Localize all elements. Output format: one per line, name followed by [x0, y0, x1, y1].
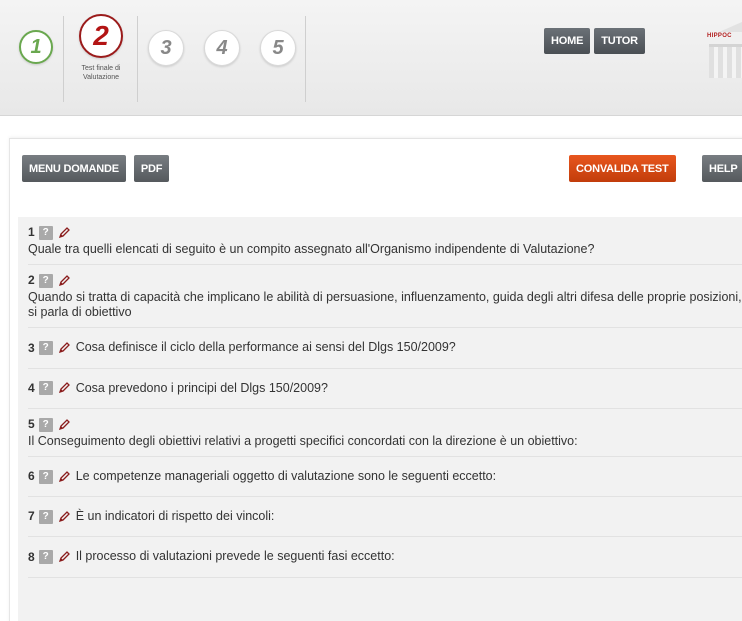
main-panel: MENU DOMANDE PDF CONVALIDA TEST HELP 1? Q… — [9, 138, 742, 621]
step-2-circle[interactable]: 2 — [79, 14, 123, 58]
pencil-icon[interactable] — [57, 470, 71, 484]
logo-text: HIPPOC — [707, 33, 732, 39]
question-number: 3 — [28, 340, 35, 355]
logo: HIPPOC — [705, 20, 742, 80]
question-meta: 5? — [28, 417, 71, 432]
question-number: 6 — [28, 469, 35, 484]
question-meta: 8? — [28, 550, 71, 565]
help-button[interactable]: HELP — [702, 155, 742, 182]
question-number: 8 — [28, 549, 35, 564]
question-item[interactable]: 5? Il Conseguimento degli obiettivi relat… — [28, 409, 742, 458]
pencil-icon[interactable] — [57, 510, 71, 524]
question-number: 1 — [28, 225, 35, 240]
question-meta: 4? — [28, 381, 71, 396]
question-number: 2 — [28, 273, 35, 288]
question-text[interactable]: Quando si tratta di capacità che implica… — [28, 290, 742, 320]
question-number: 7 — [28, 509, 35, 524]
progress-steps: 1 2 Test finale di Valutazione 3 4 5 — [8, 10, 306, 102]
question-text[interactable]: Il Conseguimento degli obiettivi relativ… — [28, 434, 742, 449]
step-3[interactable]: 3 — [138, 10, 194, 102]
question-number: 4 — [28, 380, 35, 395]
question-text[interactable]: Il processo di valutazioni prevede le se… — [76, 549, 395, 563]
question-text[interactable]: Le competenze manageriali oggetto di val… — [76, 469, 496, 483]
question-item[interactable]: 1? Quale tra quelli elencati di seguito è… — [28, 217, 742, 266]
pencil-icon[interactable] — [57, 418, 71, 432]
question-text[interactable]: Quale tra quelli elencati di seguito è u… — [28, 242, 742, 257]
logo-pillars — [709, 44, 742, 78]
step-5-circle[interactable]: 5 — [260, 30, 296, 66]
step-1-circle[interactable]: 1 — [19, 30, 53, 64]
step-divider — [305, 16, 306, 102]
step-4-circle[interactable]: 4 — [204, 30, 240, 66]
pencil-icon[interactable] — [57, 274, 71, 288]
question-help-icon[interactable]: ? — [38, 417, 53, 432]
logo-roof — [719, 22, 742, 32]
question-text[interactable]: È un indicatori di rispetto dei vincoli: — [76, 509, 275, 523]
step-3-circle[interactable]: 3 — [148, 30, 184, 66]
question-list: 1? Quale tra quelli elencati di seguito è… — [18, 217, 742, 621]
question-meta: 3? — [28, 341, 71, 356]
validate-test-button[interactable]: CONVALIDA TEST — [569, 155, 676, 182]
step-4[interactable]: 4 — [194, 10, 250, 102]
home-button[interactable]: HOME — [544, 28, 591, 54]
question-help-icon[interactable]: ? — [38, 469, 53, 484]
question-help-icon[interactable]: ? — [38, 341, 53, 356]
question-number: 5 — [28, 417, 35, 432]
step-5[interactable]: 5 — [250, 10, 306, 102]
question-item[interactable]: 3? Cosa definisce il ciclo della performa… — [28, 328, 742, 369]
question-help-icon[interactable]: ? — [38, 225, 53, 240]
question-meta: 1? — [28, 225, 71, 240]
question-text[interactable]: Cosa prevedono i principi del Dlgs 150/2… — [76, 381, 328, 395]
step-2[interactable]: 2 Test finale di Valutazione — [64, 10, 138, 102]
question-item[interactable]: 6? Le competenze manageriali oggetto di v… — [28, 457, 742, 498]
pencil-icon[interactable] — [57, 381, 71, 395]
question-item[interactable]: 4? Cosa prevedono i principi del Dlgs 150… — [28, 369, 742, 409]
header: 1 2 Test finale di Valutazione 3 4 5 HOM… — [0, 0, 742, 116]
question-help-icon[interactable]: ? — [38, 509, 53, 524]
tutor-button[interactable]: TUTOR — [594, 28, 645, 54]
pdf-button[interactable]: PDF — [133, 155, 170, 182]
question-meta: 6? — [28, 469, 71, 484]
pencil-icon[interactable] — [57, 226, 71, 240]
pencil-icon[interactable] — [57, 341, 71, 355]
pencil-icon[interactable] — [57, 550, 71, 564]
question-help-icon[interactable]: ? — [38, 550, 53, 565]
question-item[interactable]: 2? Quando si tratta di capacità che impli… — [28, 265, 742, 329]
step-1[interactable]: 1 — [8, 10, 64, 102]
question-meta: 2? — [28, 273, 71, 288]
menu-questions-button[interactable]: MENU DOMANDE — [22, 155, 126, 182]
question-item[interactable]: 8? Il processo di valutazioni prevede le … — [28, 537, 742, 578]
question-help-icon[interactable]: ? — [38, 381, 53, 396]
question-item[interactable]: 7? È un indicatori di rispetto dei vincol… — [28, 497, 742, 538]
question-text[interactable]: Cosa definisce il ciclo della performanc… — [76, 340, 456, 354]
step-2-caption: Test finale di Valutazione — [81, 65, 121, 81]
question-help-icon[interactable]: ? — [38, 273, 53, 288]
question-meta: 7? — [28, 509, 71, 524]
toolbar: MENU DOMANDE PDF — [22, 155, 170, 182]
header-nav: HOME TUTOR — [544, 28, 645, 54]
